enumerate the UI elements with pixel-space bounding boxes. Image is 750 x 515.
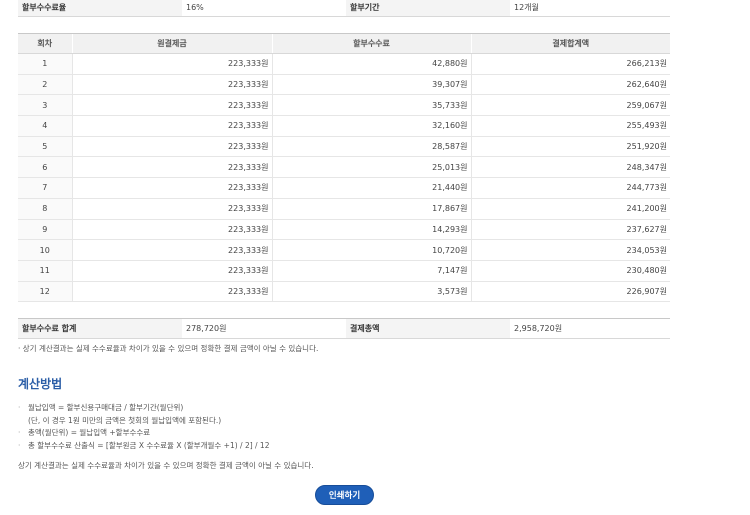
table-row: 7 223,333원 21,440원 244,773원 (18, 177, 670, 199)
pay-total-value: 2,958,720원 (510, 318, 670, 339)
fee-rate-label: 할부수수료율 (18, 0, 182, 17)
info-row: 할부수수료율 16% 할부기간 12개월 (18, 0, 670, 17)
summary-row: 할부수수료 합계 278,720원 결제총액 2,958,720원 (18, 318, 670, 339)
principal-cell: 223,333원 (71, 198, 272, 220)
principal-cell: 223,333원 (71, 156, 272, 179)
method-item: · 총 할부수수료 산출식 = [할부원금 X 수수료율 X (할부개월수 +1)… (18, 440, 269, 453)
round-cell: 10 (18, 239, 72, 261)
method-item: · 월납입액 = 할부신용구매대금 / 할부기간(월단위) (18, 402, 269, 415)
method-title: 계산방법 (18, 377, 63, 391)
method-item: (단, 이 경우 1원 미만의 금액은 첫회의 월납입액에 포함된다.) (28, 415, 222, 425)
round-cell: 12 (18, 281, 72, 303)
method-disclaimer: 상기 계산결과는 실제 수수료율과 차이가 있을 수 있으며 정확한 결제 금액… (18, 461, 314, 470)
fee-cell: 10,720원 (271, 239, 471, 261)
round-cell: 5 (18, 136, 72, 158)
col-header-total: 결제합계액 (470, 33, 670, 54)
table-row: 4 223,333원 32,160원 255,493원 (18, 115, 670, 137)
total-cell: 244,773원 (470, 177, 670, 199)
fee-cell: 17,867원 (271, 198, 471, 220)
bullet-icon: · (18, 440, 21, 450)
total-cell: 234,053원 (470, 239, 670, 261)
table-row: 1 223,333원 42,880원 266,213원 (18, 53, 670, 75)
total-cell: 226,907원 (470, 281, 670, 303)
fee-cell: 39,307원 (271, 74, 471, 96)
table-row: 3 223,333원 35,733원 259,067원 (18, 94, 670, 117)
principal-cell: 223,333원 (71, 136, 272, 158)
fee-cell: 14,293원 (271, 219, 471, 241)
table-row: 6 223,333원 25,013원 248,347원 (18, 156, 670, 179)
col-header-fee: 할부수수료 (271, 33, 471, 54)
total-cell: 259,067원 (470, 94, 670, 117)
method-item: · 총액(월단위) = 월납입액 +할부수수료 (18, 427, 269, 440)
fee-total-label: 할부수수료 합계 (18, 318, 182, 339)
total-cell: 266,213원 (470, 53, 670, 75)
principal-cell: 223,333원 (71, 281, 272, 303)
total-cell: 251,920원 (470, 136, 670, 158)
fee-cell: 28,587원 (271, 136, 471, 158)
pay-total-label: 결제총액 (346, 318, 510, 339)
period-label: 할부기간 (346, 0, 510, 17)
fee-rate-value: 16% (182, 0, 346, 17)
col-header-principal: 원결제금 (71, 33, 272, 54)
total-cell: 262,640원 (470, 74, 670, 96)
installment-schedule-table: 회차 원결제금 할부수수료 결제합계액 1 223,333원 42,880원 266,… (18, 33, 670, 303)
fee-cell: 3,573원 (271, 281, 471, 303)
principal-cell: 223,333원 (71, 177, 272, 199)
round-cell: 2 (18, 74, 72, 96)
table-row: 11 223,333원 7,147원 230,480원 (18, 260, 670, 282)
round-cell: 1 (18, 53, 72, 75)
table-row: 12 223,333원 3,573원 226,907원 (18, 281, 670, 303)
table-row: 8 223,333원 17,867원 241,200원 (18, 198, 670, 220)
principal-cell: 223,333원 (71, 74, 272, 96)
period-value: 12개월 (510, 0, 670, 17)
table-row: 10 223,333원 10,720원 234,053원 (18, 239, 670, 261)
principal-cell: 223,333원 (71, 219, 272, 241)
table-row: 5 223,333원 28,587원 251,920원 (18, 136, 670, 158)
fee-cell: 25,013원 (271, 156, 471, 179)
principal-cell: 223,333원 (71, 239, 272, 261)
col-header-round: 회차 (18, 33, 72, 54)
bullet-icon: · (18, 403, 21, 412)
print-button[interactable]: 인쇄하기 (315, 485, 374, 505)
installment-info-table: 할부수수료율 16% 할부기간 12개월 (18, 0, 670, 17)
total-cell: 255,493원 (470, 115, 670, 137)
round-cell: 9 (18, 219, 72, 241)
principal-cell: 223,333원 (71, 115, 272, 137)
principal-cell: 223,333원 (71, 260, 272, 282)
fee-total-value: 278,720원 (182, 318, 346, 339)
total-cell: 241,200원 (470, 198, 670, 220)
schedule-header-row: 회차 원결제금 할부수수료 결제합계액 (18, 33, 670, 54)
schedule-body: 1 223,333원 42,880원 266,213원 2 223,333원 39,307원… (18, 53, 670, 303)
round-cell: 7 (18, 177, 72, 199)
principal-cell: 223,333원 (71, 94, 272, 117)
round-cell: 8 (18, 198, 72, 220)
round-cell: 4 (18, 115, 72, 137)
principal-cell: 223,333원 (71, 53, 272, 75)
fee-cell: 32,160원 (271, 115, 471, 137)
fee-cell: 21,440원 (271, 177, 471, 199)
fee-cell: 42,880원 (271, 53, 471, 75)
method-list: · 월납입액 = 할부신용구매대금 / 할부기간(월단위) (단, 이 경우 1원… (18, 402, 269, 452)
result-disclaimer: · 상기 계산결과는 실제 수수료율과 차이가 있을 수 있으며 정확한 결제 … (18, 344, 319, 353)
round-cell: 6 (18, 156, 72, 179)
round-cell: 3 (18, 94, 72, 117)
bullet-icon: · (18, 428, 21, 437)
fee-cell: 7,147원 (271, 260, 471, 282)
total-cell: 230,480원 (470, 260, 670, 282)
table-row: 2 223,333원 39,307원 262,640원 (18, 74, 670, 96)
round-cell: 11 (18, 260, 72, 282)
total-cell: 237,627원 (470, 219, 670, 241)
total-cell: 248,347원 (470, 156, 670, 179)
fee-cell: 35,733원 (271, 94, 471, 117)
table-row: 9 223,333원 14,293원 237,627원 (18, 219, 670, 241)
summary-table: 할부수수료 합계 278,720원 결제총액 2,958,720원 (18, 318, 670, 339)
